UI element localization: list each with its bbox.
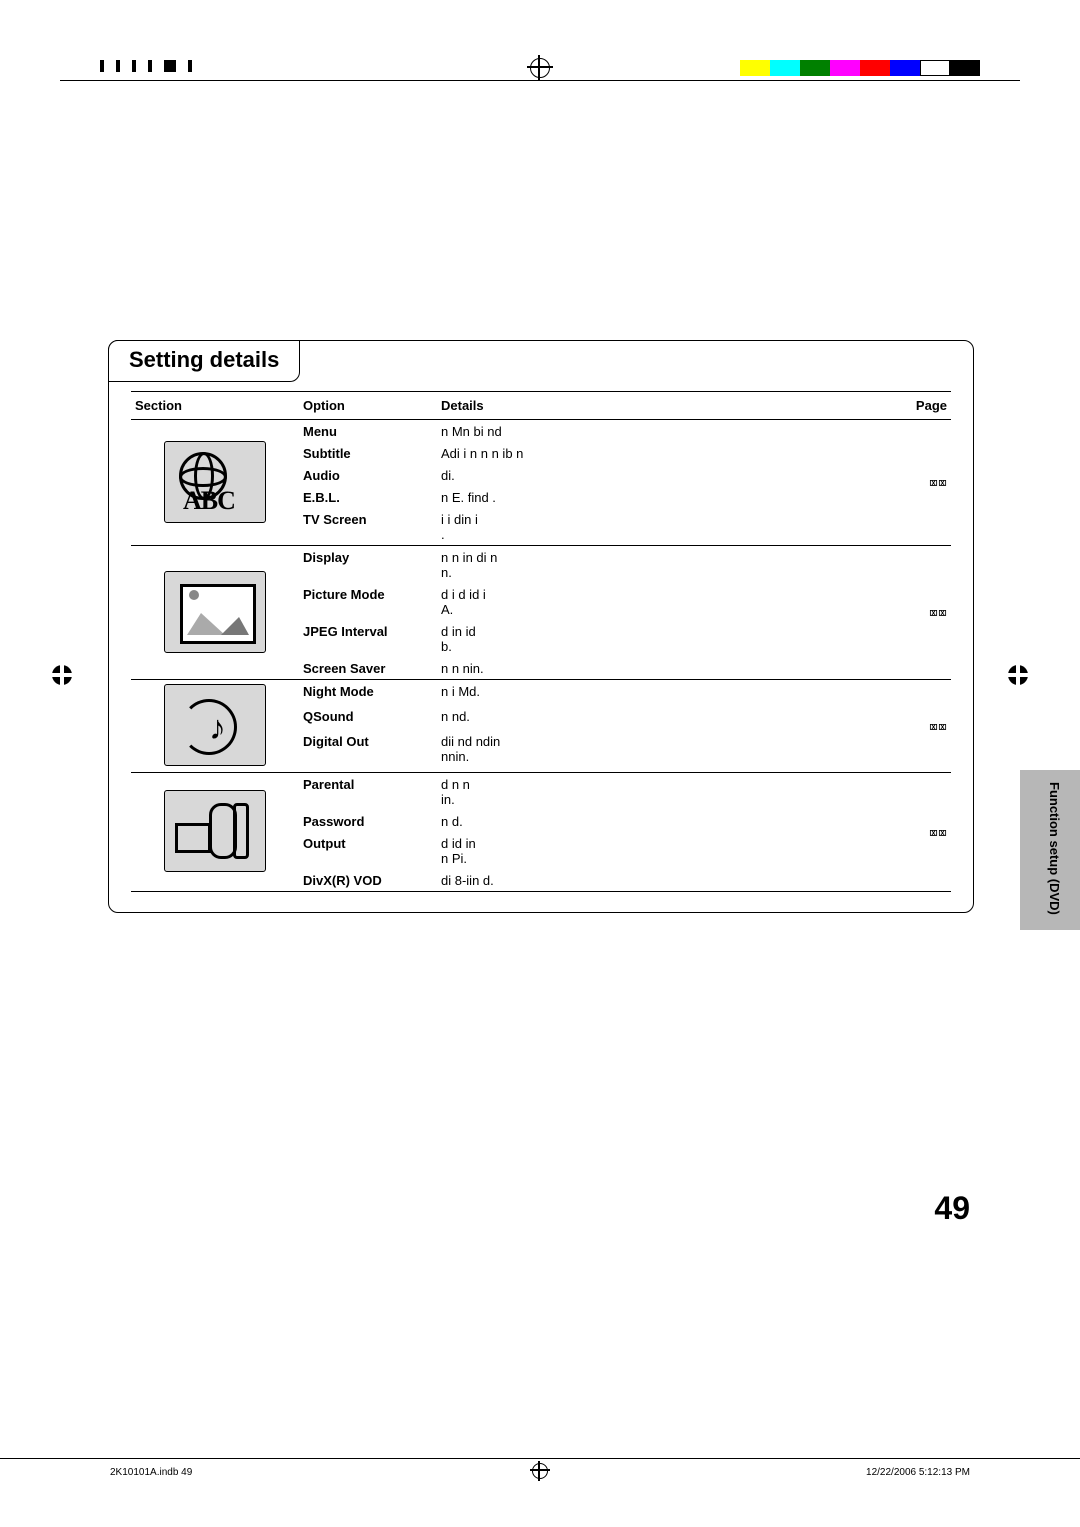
registration-mark-icon (530, 58, 550, 78)
registration-ticks (100, 60, 192, 72)
col-page: Page (893, 392, 951, 420)
registration-mark-bottom-icon (532, 1463, 548, 1479)
registration-mark-right-icon (1008, 665, 1028, 685)
language-globe-icon: ABC (164, 441, 266, 523)
print-border-top (60, 80, 1020, 81)
page-ref: ⌧⌧ (893, 420, 951, 546)
side-tab: Function setup (DVD) (1020, 770, 1080, 930)
col-option: Option (299, 392, 437, 420)
sound-note-icon: ♪ (164, 684, 266, 766)
section-icon-cell: ABC (131, 420, 299, 546)
col-details: Details (437, 392, 893, 420)
table-header-row: Section Option Details Page (131, 392, 951, 420)
tools-icon (164, 790, 266, 872)
side-tab-label: Function setup (DVD) (1047, 782, 1062, 915)
panel-title: Setting details (108, 340, 300, 382)
setting-details-panel: Setting details Section Option Details P… (108, 340, 974, 913)
footer-filename: 2K10101A.indb 49 (110, 1467, 192, 1478)
settings-table: Section Option Details Page ABC Menu n M… (131, 391, 951, 892)
col-section: Section (131, 392, 299, 420)
page-number: 49 (934, 1190, 970, 1227)
picture-icon (164, 571, 266, 653)
table-row: ABC Menu n Mn bi nd ⌧⌧ (131, 420, 951, 443)
registration-mark-left-icon (52, 665, 72, 685)
color-swatch-bar (740, 60, 980, 76)
footer-timestamp: 12/22/2006 5:12:13 PM (866, 1467, 970, 1478)
footer: 2K10101A.indb 49 12/22/2006 5:12:13 PM (0, 1458, 1080, 1467)
